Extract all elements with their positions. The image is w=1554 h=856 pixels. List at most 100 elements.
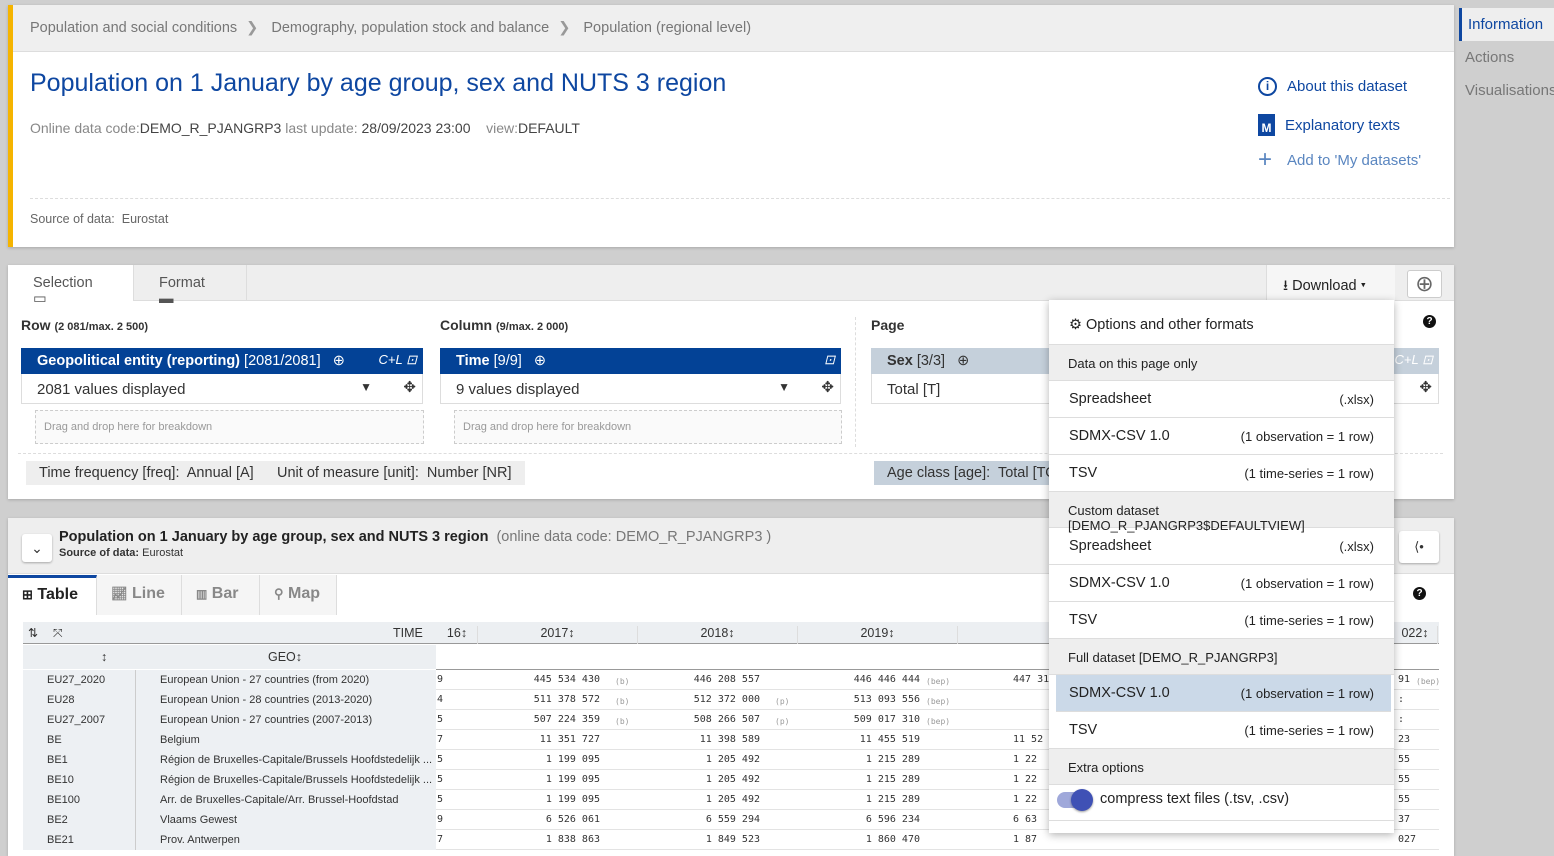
geo-label: Région de Bruxelles-Capitale/Brussels Ho… xyxy=(160,774,433,786)
filter-chip-unit[interactable]: Unit of measure [unit]: Number [NR] xyxy=(264,461,525,485)
menu-item[interactable]: SDMX-CSV 1.0 (1 observation = 1 row) xyxy=(1049,565,1394,602)
tab-table[interactable]: ⊞ Table xyxy=(8,575,97,615)
geo-label: Vlaams Gewest xyxy=(160,814,238,826)
geo-header-row: ↕ GEO↕ xyxy=(23,645,436,669)
row-values-dropdown[interactable]: 2081 values displayed ▼ ✥ xyxy=(21,374,423,404)
value-cell: 1 860 470 xyxy=(865,834,920,845)
expand-icon[interactable]: ⤧ xyxy=(53,626,63,641)
column-breakdown-dropzone[interactable]: Drag and drop here for breakdown xyxy=(454,410,842,444)
year-header[interactable]: 022↕ xyxy=(1393,626,1438,644)
collapse-button[interactable]: ⌄ xyxy=(22,534,52,562)
flag: (bep) xyxy=(926,717,951,726)
tab-selection[interactable]: Selection ▭ xyxy=(8,265,134,307)
flag: (b) xyxy=(615,697,630,706)
value-cell: 5 xyxy=(437,774,444,785)
compress-toggle-row[interactable]: compress text files (.tsv, .csv) xyxy=(1049,785,1394,821)
value-cell: 11 52 xyxy=(1013,734,1044,745)
menu-item[interactable]: TSV (1 time-series = 1 row) xyxy=(1049,712,1394,749)
menu-item[interactable]: Spreadsheet (.xlsx) xyxy=(1049,381,1394,418)
geo-code: BE xyxy=(47,734,62,746)
compress-toggle[interactable] xyxy=(1057,789,1093,811)
geo-code: EU28 xyxy=(47,694,75,706)
tab-map[interactable]: ⚲ Map xyxy=(260,575,337,615)
value-cell: 5 xyxy=(437,714,444,725)
tab-bar[interactable]: ▥ Bar xyxy=(182,575,260,615)
side-nav-information[interactable]: Information xyxy=(1459,8,1554,41)
menu-item[interactable]: TSV (1 time-series = 1 row) xyxy=(1049,602,1394,639)
page-title: Population on 1 January by age group, se… xyxy=(30,69,727,97)
caret-down-icon: ▾ xyxy=(1360,278,1367,294)
value-cell: 1 22 xyxy=(1013,794,1038,805)
geo-code: EU27_2007 xyxy=(47,714,106,726)
help-icon[interactable]: ? xyxy=(1423,315,1436,328)
sort-icon[interactable]: ↕ xyxy=(101,650,107,664)
geo-code: BE100 xyxy=(47,794,81,806)
value-cell: 1 199 095 xyxy=(545,754,600,765)
value-cell: 4 xyxy=(437,694,444,705)
move-icon[interactable]: ✥ xyxy=(821,378,834,396)
value-cell: 445 534 430 xyxy=(533,674,600,685)
value-cell: 1 199 095 xyxy=(545,794,600,805)
column-values-dropdown[interactable]: 9 values displayed ▼ ✥ xyxy=(440,374,841,404)
breadcrumb-item[interactable]: Population and social conditions xyxy=(30,20,237,36)
value-cell: 6 596 234 xyxy=(865,814,920,825)
value-cell: 11 455 519 xyxy=(859,734,920,745)
value-cell: 1 199 095 xyxy=(545,774,600,785)
side-nav-actions[interactable]: Actions xyxy=(1459,41,1554,74)
add-to-my-datasets-link[interactable]: + Add to 'My datasets' xyxy=(1258,146,1421,173)
value-cell: 507 224 359 xyxy=(533,714,600,725)
value-cell: 55 xyxy=(1398,774,1411,785)
value-cell: 1 205 492 xyxy=(705,794,760,805)
flag: (p) xyxy=(775,717,790,726)
share-button[interactable]: ⟨• xyxy=(1399,531,1439,563)
line-chart-icon: 📈︎ xyxy=(111,586,128,601)
tab-line[interactable]: 📈︎ Line xyxy=(97,575,182,615)
menu-item[interactable]: TSV (1 time-series = 1 row) xyxy=(1049,455,1394,492)
table-row: BE21 Prov. Antwerpen 7 1 838 863 1 849 523 1 … xyxy=(23,830,1439,850)
value-cell: 7 xyxy=(437,834,444,845)
plus-icon: + xyxy=(1258,146,1273,173)
select-all-icon[interactable]: ⊡ xyxy=(824,352,835,368)
add-circle-icon[interactable]: ⊕ xyxy=(333,353,345,369)
row-breakdown-dropzone[interactable]: Drag and drop here for breakdown xyxy=(35,410,424,444)
year-header[interactable]: 2018↕ xyxy=(638,626,798,644)
value-cell: 9 xyxy=(437,814,444,825)
select-all-icon[interactable]: ⊡ xyxy=(406,352,417,367)
menu-section-header: Data on this page only xyxy=(1049,345,1394,381)
year-header[interactable]: 2019↕ xyxy=(798,626,958,644)
add-circle-icon[interactable]: ⊕ xyxy=(534,353,546,369)
help-icon[interactable]: ? xyxy=(1413,587,1426,600)
menu-item[interactable]: Spreadsheet (.xlsx) xyxy=(1049,528,1394,565)
explanatory-texts-link[interactable]: M Explanatory texts xyxy=(1258,114,1400,136)
row-label: Row (2 081/max. 2 500) xyxy=(21,317,149,333)
menu-item[interactable]: SDMX-CSV 1.0 (1 observation = 1 row) xyxy=(1056,675,1391,712)
download-button[interactable]: ⭳ Download ▾ xyxy=(1266,265,1395,301)
flag: (bep) xyxy=(1416,677,1439,686)
add-circle-icon[interactable]: ⊕ xyxy=(957,353,969,369)
flag: (p) xyxy=(775,697,790,706)
column-dimension-time[interactable]: Time [9/9] ⊕ ⊡ xyxy=(440,348,841,374)
about-dataset-link[interactable]: i About this dataset xyxy=(1258,77,1407,96)
value-cell: 1 849 523 xyxy=(705,834,760,845)
filter-chip-freq[interactable]: Time frequency [freq]: Annual [A] xyxy=(26,461,267,485)
tab-format[interactable]: Format ▬ xyxy=(134,265,247,307)
value-cell: 23 xyxy=(1398,734,1411,745)
options-other-formats[interactable]: ⚙ Options and other formats xyxy=(1049,300,1394,345)
row-dimension-geo[interactable]: Geopolitical entity (reporting) [2081/20… xyxy=(21,348,423,374)
add-circle-button[interactable]: ⊕ xyxy=(1407,270,1442,298)
metadata-file-icon: M xyxy=(1258,114,1275,136)
value-cell: 5 xyxy=(437,754,444,765)
value-cell: 55 xyxy=(1398,794,1411,805)
move-icon[interactable]: ✥ xyxy=(1419,378,1432,396)
side-nav-visualisations[interactable]: Visualisations xyxy=(1459,74,1554,107)
year-header[interactable]: 2017↕ xyxy=(478,626,638,644)
move-icon[interactable]: ✥ xyxy=(403,378,416,396)
breadcrumb-item[interactable]: Demography, population stock and balance xyxy=(271,20,549,36)
sort-icon[interactable]: ⇅ xyxy=(28,626,38,640)
year-header[interactable]: 16↕ xyxy=(437,626,478,644)
viz-source: Source of data: Eurostat xyxy=(59,547,184,559)
viz-title: Population on 1 January by age group, se… xyxy=(59,529,772,545)
menu-item[interactable]: SDMX-CSV 1.0 (1 observation = 1 row) xyxy=(1049,418,1394,455)
value-cell: 1 205 492 xyxy=(705,774,760,785)
breadcrumb-item[interactable]: Population (regional level) xyxy=(583,20,751,36)
